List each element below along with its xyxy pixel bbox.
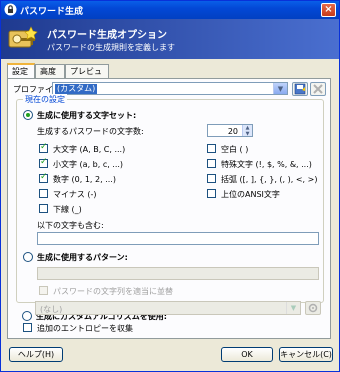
group-title: 現在の設定 [23, 94, 67, 105]
save-profile-button[interactable] [292, 82, 308, 96]
cancel-button[interactable]: キャンセル(C) [279, 347, 333, 362]
high-ansi-checkbox[interactable] [207, 189, 216, 198]
banner-title: パスワード生成オプション [47, 30, 167, 41]
chevron-down-icon: ▼ [286, 302, 300, 314]
pattern-radio[interactable] [23, 252, 33, 262]
banner-subtitle: パスワードの生成規則を定義します [47, 43, 175, 52]
lowercase-label: 小文字 (a, b, c, ...) [53, 160, 124, 169]
help-button[interactable]: ヘルプ(H) [9, 347, 63, 362]
profile-select[interactable]: (カスタム) ▼ [52, 82, 288, 95]
save-profile-icon [294, 83, 306, 95]
include-chars-input[interactable] [37, 232, 319, 245]
space-checkbox[interactable] [207, 144, 216, 153]
minus-checkbox[interactable] [39, 189, 48, 198]
charset-radio[interactable] [23, 110, 33, 120]
key-icon [8, 26, 38, 48]
permute-checkbox[interactable] [39, 286, 48, 295]
title-bar: パスワード生成 × [1, 1, 339, 19]
custom-algorithm-radio[interactable] [22, 311, 32, 321]
uppercase-label: 大文字 (A, B, C, ...) [53, 145, 126, 154]
settings-panel: プロファイル: (カスタム) ▼ 現在の設定 生成に使用する文字セット: 生成す… [7, 78, 331, 339]
custom-algorithm-value: (なし) [40, 305, 63, 314]
app-lock-icon [4, 3, 17, 16]
delete-icon [313, 84, 323, 94]
password-generator-window: パスワード生成 × パスワード生成オプション パスワードの生成規則を定義します … [0, 0, 340, 372]
custom-algorithm-select[interactable]: (なし) ▼ [35, 301, 301, 315]
brackets-label: 括弧 ([, ], {, }, (, ), <, >) [221, 175, 318, 184]
window-title: パスワード生成 [20, 7, 84, 17]
pattern-input[interactable] [37, 267, 319, 280]
permute-label: パスワードの文字列を適当に並替 [53, 287, 173, 296]
chevron-down-icon: ▼ [273, 83, 287, 94]
tab-preview[interactable]: プレビュー [65, 64, 109, 87]
close-button[interactable]: × [321, 3, 336, 17]
gear-icon [308, 303, 318, 313]
digits-label: 数字 (0, 1, 2, ...) [53, 175, 116, 184]
include-label: 以下の文字も含む: [37, 221, 104, 230]
delete-profile-button[interactable] [310, 82, 326, 96]
lowercase-checkbox[interactable] [39, 157, 48, 168]
profile-value: (カスタム) [55, 84, 98, 94]
high-ansi-label: 上位のANSI文字 [221, 190, 280, 199]
length-label: 生成するパスワードの文字数: [37, 127, 144, 136]
header-banner: パスワード生成オプション パスワードの生成規則を定義します [1, 19, 339, 59]
minus-label: マイナス (-) [53, 190, 97, 199]
underline-label: 下線 (_) [53, 205, 82, 214]
special-checkbox[interactable] [207, 159, 216, 168]
tab-advanced[interactable]: 高度 [35, 64, 65, 78]
pattern-radio-label: 生成に使用するパターン: [37, 253, 128, 262]
length-value: 20 [227, 127, 238, 136]
special-label: 特殊文字 (!, $, %, &, ...) [221, 160, 312, 169]
length-stepper[interactable]: 20 ▲ ▼ [207, 124, 253, 137]
entropy-label: 追加のエントロピーを収集 [37, 324, 133, 333]
brackets-checkbox[interactable] [207, 174, 216, 183]
algorithm-settings-button[interactable] [305, 301, 321, 315]
current-settings-group: 現在の設定 生成に使用する文字セット: 生成するパスワードの文字数: 20 ▲ ▼… [16, 94, 324, 303]
underline-checkbox[interactable] [39, 204, 48, 213]
tab-settings[interactable]: 設定 [7, 63, 35, 78]
digits-checkbox[interactable] [39, 172, 48, 183]
charset-radio-label: 生成に使用する文字セット: [37, 111, 137, 120]
uppercase-checkbox[interactable] [39, 142, 48, 153]
spin-arrows-icon[interactable]: ▲ ▼ [242, 125, 252, 137]
ok-button[interactable]: OK [221, 347, 273, 362]
space-label: 空白 ( ) [221, 145, 249, 154]
entropy-checkbox[interactable] [23, 323, 32, 332]
